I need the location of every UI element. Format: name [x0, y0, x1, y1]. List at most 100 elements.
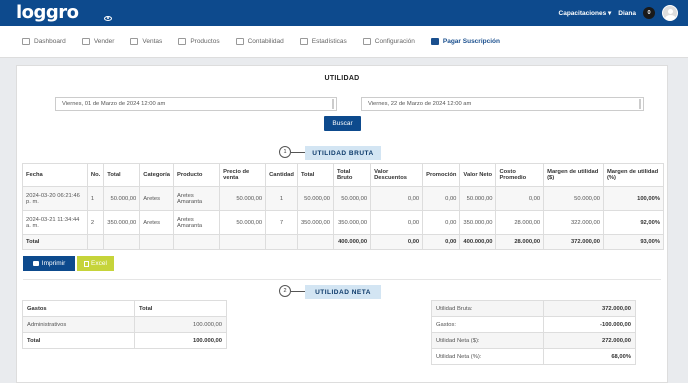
cell: 350.000,00 [296, 210, 334, 235]
cell: -100.000,00 [543, 316, 636, 333]
cell: 50.000,00 [219, 210, 267, 235]
cell: Aretes Amaranta [173, 210, 221, 235]
section-number-1: 1 [279, 146, 291, 158]
printer-icon [32, 261, 39, 266]
capacitaciones-menu[interactable]: Capacitaciones ▾ [559, 9, 612, 17]
cell: 400.000,00 [332, 234, 372, 250]
nav-label: Contabilidad [247, 38, 284, 45]
table-total-row: Total 100.000,00 [22, 332, 227, 349]
cell: 0,00 [370, 186, 424, 211]
cell [86, 234, 105, 250]
logo-subtitle: POS Tienda [64, 26, 77, 49]
excel-label: Excel [91, 260, 107, 267]
cell: 28.000,00 [495, 234, 545, 250]
cell: 92,00% [602, 210, 665, 235]
dashboard-icon [22, 38, 30, 45]
logo[interactable]: loggro POS Tienda [16, 4, 79, 50]
cell: 322.000,00 [543, 210, 604, 235]
header-cell: Valor Neto [459, 163, 497, 187]
header-cell: Total Bruto [332, 163, 372, 187]
summary-row: Utilidad Bruta: 372.000,00 [431, 300, 636, 317]
nav-label: Vender [93, 38, 115, 45]
cell: 0,00 [422, 210, 461, 235]
header-cell: Total [134, 300, 227, 317]
cell: 100.000,00 [134, 316, 227, 333]
cell: 272.000,00 [543, 332, 636, 349]
header-cell: Promoción [422, 163, 461, 187]
cell: Gastos: [431, 316, 544, 333]
cell: Total [22, 332, 135, 349]
excel-button[interactable]: Excel [77, 256, 114, 271]
header-cell: No. [86, 163, 105, 187]
notification-badge[interactable]: 0 [643, 7, 655, 19]
cell: 50.000,00 [332, 186, 372, 211]
table-total-row: Total 400.000,00 0,00 0,00 400.000,00 28… [22, 234, 665, 250]
net-summary-table: Utilidad Bruta: 372.000,00 Gastos: -100.… [431, 300, 636, 365]
header-cell: Valor Descuentos [370, 163, 424, 187]
header-cell: Total [296, 163, 334, 187]
cell: 50.000,00 [459, 186, 497, 211]
page-title: UTILIDAD [324, 75, 360, 82]
cell [296, 234, 334, 250]
card-icon [430, 38, 439, 45]
header-cell: Producto [173, 163, 221, 187]
cell: 1 [265, 186, 298, 211]
nav-dashboard[interactable]: Dashboard [22, 38, 66, 45]
cell: 50.000,00 [296, 186, 334, 211]
date-to-field[interactable]: Viernes, 22 de Marzo de 2024 12:00 am [361, 97, 644, 111]
table-header-row: Gastos Total [22, 300, 227, 317]
main-nav: Dashboard Vender Ventas Productos Contab… [0, 26, 688, 58]
nav-label: Dashboard [34, 38, 66, 45]
cell [219, 234, 267, 250]
cart-icon [81, 38, 90, 45]
nav-label: Ventas [142, 38, 163, 45]
expenses-table: Gastos Total Administrativos 100.000,00 … [22, 300, 227, 349]
nav-estadisticas[interactable]: Estadísticas [299, 38, 347, 45]
cell: 28.000,00 [495, 210, 545, 235]
cell: 2024-03-20 06:21:46 p. m. [22, 186, 88, 211]
cell: 93,00% [602, 234, 665, 250]
table-header-row: Fecha No. Total Categoría Producto Preci… [22, 163, 665, 187]
header-cell: Margen de utilidad (%) [602, 163, 665, 187]
user-name[interactable]: Diana [618, 10, 636, 17]
cell: Total [22, 234, 88, 250]
search-button[interactable]: Buscar [324, 116, 361, 131]
cell: 7 [265, 210, 298, 235]
header-cell: Margen de utilidad ($) [543, 163, 604, 187]
top-right: Capacitaciones ▾ Diana 0 [559, 5, 678, 21]
table-row: Administrativos 100.000,00 [22, 316, 227, 333]
cell: 400.000,00 [459, 234, 497, 250]
summary-row: Utilidad Neta (%): 68,00% [431, 348, 636, 365]
nav-productos[interactable]: Productos [178, 38, 220, 45]
print-button[interactable]: Imprimir [23, 256, 75, 271]
nav-vender[interactable]: Vender [81, 38, 115, 45]
nav-label: Configuración [374, 38, 415, 45]
cell: 0,00 [422, 234, 461, 250]
gross-profit-table: Fecha No. Total Categoría Producto Preci… [22, 163, 665, 250]
cell: 100,00% [602, 186, 665, 211]
cell: 0,00 [495, 186, 545, 211]
nav-label: Estadísticas [311, 38, 347, 45]
cell: Administrativos [22, 316, 135, 333]
nav-label: Productos [190, 38, 220, 45]
cell: 0,00 [422, 186, 461, 211]
nav-label: Pagar Suscripción [442, 38, 500, 45]
nav-pagar-suscripcion[interactable]: Pagar Suscripción [430, 38, 500, 45]
nav-ventas[interactable]: Ventas [130, 38, 162, 45]
cell: Aretes [139, 210, 175, 235]
eye-icon[interactable] [104, 16, 112, 21]
cell: 350.000,00 [332, 210, 372, 235]
cell [265, 234, 298, 250]
nav-configuracion[interactable]: Configuración [362, 38, 415, 45]
header-cell: Precio de venta [219, 163, 267, 187]
top-bar: loggro POS Tienda Capacitaciones ▾ Diana… [0, 0, 688, 50]
nav-contabilidad[interactable]: Contabilidad [235, 38, 284, 45]
cell [103, 234, 141, 250]
section-connector [291, 291, 305, 292]
net-profit-label: UTILIDAD NETA [305, 285, 381, 299]
header-cell: Gastos [22, 300, 135, 317]
cell: 0,00 [370, 210, 424, 235]
date-from-field[interactable]: Viernes, 01 de Marzo de 2024 12:00 am [55, 97, 337, 111]
cell: Aretes Amaranta [173, 186, 221, 211]
avatar[interactable] [662, 5, 678, 21]
